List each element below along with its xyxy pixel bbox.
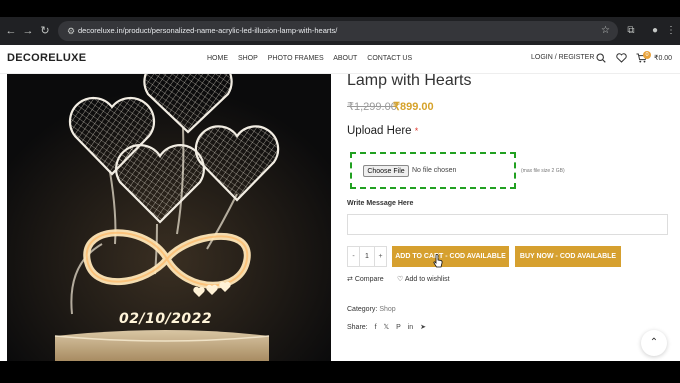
lamp-date-engraving: 02/10/2022 — [119, 311, 213, 327]
category-link[interactable]: Shop — [379, 306, 395, 313]
category-label: Category: — [347, 306, 378, 313]
compare-link[interactable]: ⇄ Compare — [347, 275, 384, 283]
back-icon[interactable]: ← — [4, 24, 18, 38]
product-title: Lamp with Hearts — [347, 72, 472, 89]
menu-item-about[interactable]: ABOUT — [333, 55, 357, 62]
search-icon[interactable] — [596, 53, 606, 63]
product-category: Category: Shop — [347, 306, 396, 313]
upload-heading: Upload Here * — [347, 125, 418, 137]
no-file-chosen-text: No file chosen — [412, 167, 457, 174]
wishlist-heart-icon: ♡ — [397, 276, 404, 283]
bookmark-star-icon[interactable]: ☆ — [601, 24, 610, 38]
wishlist-label: Add to wishlist — [404, 276, 450, 283]
scroll-to-top-button[interactable]: ⌃ — [641, 330, 667, 356]
address-bar[interactable]: ⚙ decoreluxe.in/product/personalized-nam… — [58, 21, 618, 41]
upload-heading-text: Upload Here — [347, 125, 412, 137]
main-menu: HOME SHOP PHOTO FRAMES ABOUT CONTACT US — [207, 55, 420, 62]
sale-price: ₹899.00 — [393, 101, 434, 113]
browser-menu-icon[interactable]: ⋮ — [664, 24, 678, 38]
url-text[interactable]: decoreluxe.in/product/personalized-name-… — [78, 24, 337, 38]
message-input[interactable] — [347, 214, 668, 235]
x-twitter-icon[interactable]: 𝕏 — [383, 323, 389, 331]
login-register-link[interactable]: LOGIN / REGISTER — [531, 54, 594, 61]
browser-toolbar: ← → ↻ ⚙ decoreluxe.in/product/personaliz… — [0, 17, 680, 45]
site-settings-icon[interactable]: ⚙ — [64, 24, 78, 38]
chevron-up-icon: ⌃ — [649, 337, 659, 348]
profile-icon[interactable]: ● — [648, 24, 662, 38]
cart-count-badge: 0 — [643, 51, 651, 59]
site-header: DECORELUXE HOME SHOP PHOTO FRAMES ABOUT … — [0, 45, 680, 74]
choose-file-button[interactable]: Choose File — [363, 165, 409, 177]
compare-icon: ⇄ — [347, 276, 353, 283]
facebook-icon[interactable]: f — [375, 324, 377, 331]
add-to-cart-button[interactable]: ADD TO CART - COD AVAILABLE — [392, 246, 509, 267]
reload-icon[interactable]: ↻ — [38, 24, 52, 38]
menu-item-photo-frames[interactable]: PHOTO FRAMES — [268, 55, 324, 62]
cart-total[interactable]: ₹0.00 — [654, 54, 672, 62]
product-image[interactable]: 02/10/2022 — [7, 74, 331, 361]
linkedin-icon[interactable]: in — [408, 324, 413, 331]
old-price: ₹1,299.00 — [347, 101, 397, 113]
max-file-size-note: (max file size 2 GB) — [521, 168, 565, 174]
browser-window: ← → ↻ ⚙ decoreluxe.in/product/personaliz… — [0, 17, 680, 361]
buy-now-button[interactable]: BUY NOW - COD AVAILABLE — [515, 246, 621, 267]
menu-item-home[interactable]: HOME — [207, 55, 228, 62]
heart-icon[interactable] — [616, 53, 627, 63]
telegram-icon[interactable]: ➤ — [420, 323, 426, 331]
pinterest-icon[interactable]: P — [396, 324, 401, 331]
menu-item-shop[interactable]: SHOP — [238, 55, 258, 62]
compare-label: Compare — [354, 276, 384, 283]
quantity-stepper: - 1 + — [347, 246, 387, 267]
share-label: Share: — [347, 324, 368, 331]
quantity-input[interactable]: 1 — [359, 247, 375, 266]
add-to-wishlist-link[interactable]: ♡ Add to wishlist — [397, 275, 450, 283]
forward-icon[interactable]: → — [21, 24, 35, 38]
site-logo[interactable]: DECORELUXE — [7, 52, 86, 64]
required-asterisk: * — [414, 126, 419, 136]
menu-item-contact-us[interactable]: CONTACT US — [367, 55, 412, 62]
hand-cursor-icon — [433, 254, 443, 268]
quantity-increase-button[interactable]: + — [374, 247, 386, 266]
message-label: Write Message Here — [347, 200, 414, 207]
share-row: Share: f 𝕏 P in ➤ — [347, 323, 426, 331]
extensions-icon[interactable]: ⧉ — [624, 24, 638, 38]
